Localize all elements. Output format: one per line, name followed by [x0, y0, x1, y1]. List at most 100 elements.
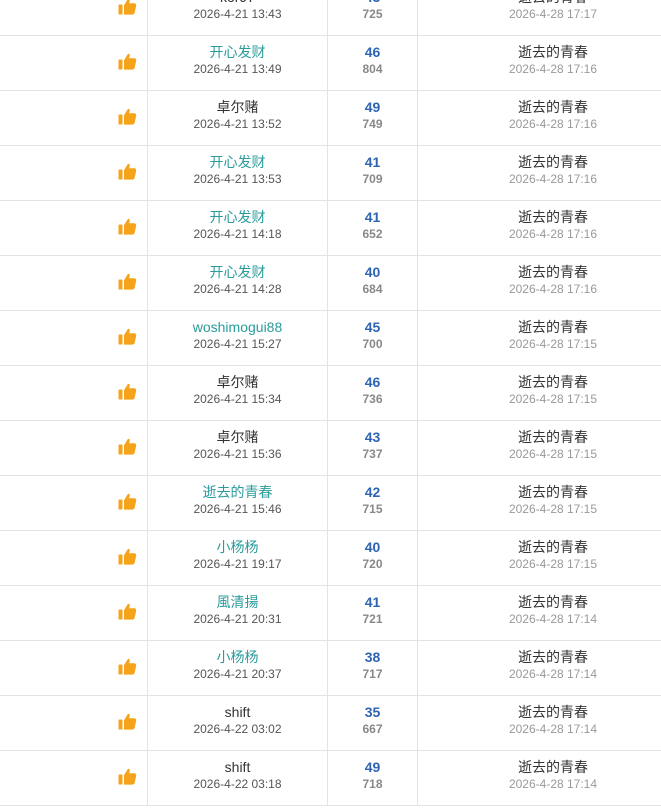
author-link[interactable]: shift — [148, 758, 327, 776]
reply-count: 42 — [364, 484, 381, 500]
last-post-time[interactable]: 2026-4-28 17:16 — [418, 171, 661, 187]
post-time: 2026-4-21 20:31 — [193, 612, 282, 626]
thumbs-up-icon[interactable] — [118, 658, 137, 675]
thumbs-up-icon[interactable] — [118, 273, 137, 290]
post-time: 2026-4-21 15:34 — [193, 392, 282, 406]
author-cell: 逝去的青春 2026-4-21 15:46 — [148, 483, 327, 517]
thumbs-up-icon[interactable] — [118, 548, 137, 565]
thumbs-up-icon[interactable] — [118, 163, 137, 180]
author-cell: 卓尔赌 2026-4-21 15:34 — [148, 373, 327, 407]
thumbs-up-icon[interactable] — [118, 768, 137, 785]
last-post-time[interactable]: 2026-4-28 17:15 — [418, 391, 661, 407]
last-post-cell: 逝去的青春 2026-4-28 17:14 — [418, 648, 661, 682]
author-link[interactable]: 开心发财 — [148, 153, 327, 171]
thread-row: 开心发财 2026-4-21 14:18 41 652 逝去的青春 2026-4… — [0, 201, 661, 256]
last-post-user[interactable]: 逝去的青春 — [418, 318, 661, 336]
post-time: 2026-4-21 13:52 — [193, 117, 282, 131]
last-post-time[interactable]: 2026-4-28 17:14 — [418, 666, 661, 682]
count-cell: 43 737 — [328, 428, 417, 462]
last-post-user[interactable]: 逝去的青春 — [418, 648, 661, 666]
last-post-time[interactable]: 2026-4-28 17:14 — [418, 721, 661, 737]
reply-count: 45 — [364, 319, 381, 335]
reply-count: 40 — [364, 539, 381, 555]
count-cell: 35 667 — [328, 703, 417, 737]
author-link[interactable]: woshimogui88 — [148, 318, 327, 336]
post-time: 2026-4-21 14:28 — [193, 282, 282, 296]
count-cell: 41 709 — [328, 153, 417, 187]
author-link[interactable]: 开心发财 — [148, 208, 327, 226]
author-link[interactable]: 小杨杨 — [148, 538, 327, 556]
last-post-user[interactable]: 逝去的青春 — [418, 263, 661, 281]
thumbs-up-icon[interactable] — [118, 713, 137, 730]
post-time: 2026-4-21 20:37 — [193, 667, 282, 681]
last-post-time[interactable]: 2026-4-28 17:16 — [418, 116, 661, 132]
view-count: 684 — [362, 282, 383, 296]
last-post-time[interactable]: 2026-4-28 17:17 — [418, 6, 661, 22]
thumbs-up-icon[interactable] — [118, 603, 137, 620]
last-post-cell: 逝去的青春 2026-4-28 17:14 — [418, 758, 661, 792]
reply-count: 38 — [364, 649, 381, 665]
thumbs-up-icon[interactable] — [118, 493, 137, 510]
post-time: 2026-4-21 13:49 — [193, 62, 282, 76]
view-count: 667 — [362, 722, 383, 736]
author-cell: 卓尔赌 2026-4-21 13:52 — [148, 98, 327, 132]
author-link[interactable]: 小杨杨 — [148, 648, 327, 666]
author-link[interactable]: 風清揚 — [148, 593, 327, 611]
count-cell: 46 736 — [328, 373, 417, 407]
post-time: 2026-4-21 15:36 — [193, 447, 282, 461]
thumbs-up-icon[interactable] — [118, 383, 137, 400]
thumbs-up-icon[interactable] — [118, 53, 137, 70]
author-link[interactable]: 开心发财 — [148, 263, 327, 281]
post-time: 2026-4-21 13:43 — [193, 7, 282, 21]
post-time: 2026-4-21 19:17 — [193, 557, 282, 571]
author-cell: 風清揚 2026-4-21 20:31 — [148, 593, 327, 627]
thread-row: 小杨杨 2026-4-21 19:17 40 720 逝去的青春 2026-4-… — [0, 531, 661, 586]
author-link[interactable]: 开心发财 — [148, 43, 327, 61]
last-post-cell: 逝去的青春 2026-4-28 17:14 — [418, 593, 661, 627]
count-cell: 49 749 — [328, 98, 417, 132]
thread-row: 逝去的青春 2026-4-21 15:46 42 715 逝去的青春 2026-… — [0, 476, 661, 531]
author-link[interactable]: shift — [148, 703, 327, 721]
last-post-cell: 逝去的青春 2026-4-28 17:15 — [418, 428, 661, 462]
last-post-user[interactable]: 逝去的青春 — [418, 428, 661, 446]
last-post-time[interactable]: 2026-4-28 17:16 — [418, 61, 661, 77]
last-post-time[interactable]: 2026-4-28 17:15 — [418, 556, 661, 572]
last-post-time[interactable]: 2026-4-28 17:16 — [418, 281, 661, 297]
author-cell: 小杨杨 2026-4-21 20:37 — [148, 648, 327, 682]
last-post-time[interactable]: 2026-4-28 17:15 — [418, 336, 661, 352]
last-post-user[interactable]: 逝去的青春 — [418, 43, 661, 61]
last-post-user[interactable]: 逝去的青春 — [418, 373, 661, 391]
last-post-cell: 逝去的青春 2026-4-28 17:16 — [418, 153, 661, 187]
thread-row: 开心发财 2026-4-21 13:49 46 804 逝去的青春 2026-4… — [0, 36, 661, 91]
reply-count: 49 — [364, 759, 381, 775]
author-cell: shift 2026-4-22 03:18 — [148, 758, 327, 792]
author-link[interactable]: 逝去的青春 — [148, 483, 327, 501]
view-count: 718 — [362, 777, 383, 791]
author-link[interactable]: 卓尔赌 — [148, 98, 327, 116]
last-post-user[interactable]: 逝去的青春 — [418, 153, 661, 171]
author-link[interactable]: 卓尔赌 — [148, 373, 327, 391]
view-count: 715 — [362, 502, 383, 516]
last-post-user[interactable]: 逝去的青春 — [418, 208, 661, 226]
post-time: 2026-4-21 15:46 — [193, 502, 282, 516]
last-post-user[interactable]: 逝去的青春 — [418, 483, 661, 501]
thread-row: 卓尔赌 2026-4-21 15:36 43 737 逝去的青春 2026-4-… — [0, 421, 661, 476]
last-post-user[interactable]: 逝去的青春 — [418, 538, 661, 556]
thumbs-up-icon[interactable] — [118, 218, 137, 235]
last-post-user[interactable]: 逝去的青春 — [418, 758, 661, 776]
thumbs-up-icon[interactable] — [118, 0, 137, 15]
author-link[interactable]: 卓尔赌 — [148, 428, 327, 446]
last-post-time[interactable]: 2026-4-28 17:15 — [418, 501, 661, 517]
thumbs-up-icon[interactable] — [118, 108, 137, 125]
last-post-time[interactable]: 2026-4-28 17:14 — [418, 611, 661, 627]
thread-row: 卓尔赌 2026-4-21 13:52 49 749 逝去的青春 2026-4-… — [0, 91, 661, 146]
last-post-user[interactable]: 逝去的青春 — [418, 703, 661, 721]
last-post-time[interactable]: 2026-4-28 17:14 — [418, 776, 661, 792]
last-post-user[interactable]: 逝去的青春 — [418, 98, 661, 116]
last-post-time[interactable]: 2026-4-28 17:15 — [418, 446, 661, 462]
thumbs-up-icon[interactable] — [118, 438, 137, 455]
thumbs-up-icon[interactable] — [118, 328, 137, 345]
last-post-time[interactable]: 2026-4-28 17:16 — [418, 226, 661, 242]
last-post-user[interactable]: 逝去的青春 — [418, 593, 661, 611]
view-count: 725 — [362, 7, 383, 21]
